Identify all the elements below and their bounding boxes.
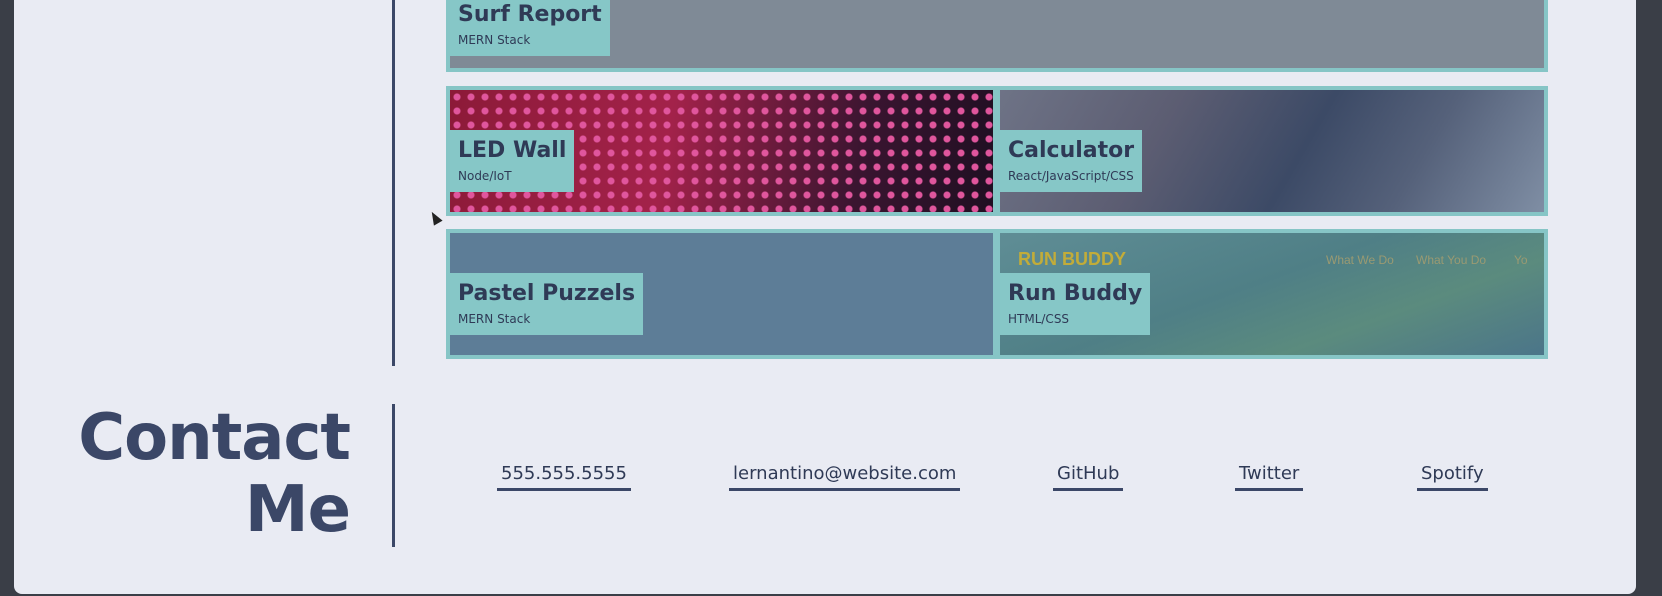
project-title: Run Buddy <box>1008 281 1143 306</box>
project-title: Pastel Puzzels <box>458 281 636 306</box>
project-title: Surf Report <box>458 2 602 27</box>
project-label: Run Buddy HTML/CSS <box>1000 273 1151 335</box>
section-divider <box>392 0 395 366</box>
project-label: LED Wall Node/IoT <box>450 130 575 192</box>
preview-nav-item: What You Do <box>1416 253 1487 267</box>
contact-heading: Contact Me <box>78 401 351 547</box>
project-label: Calculator React/JavaScript/CSS <box>1000 130 1143 192</box>
contact-phone-link[interactable]: 555.555.5555 <box>497 462 631 491</box>
project-card-pastel-puzzels[interactable]: Pastel Puzzels MERN Stack <box>446 229 997 359</box>
project-title: LED Wall <box>458 138 567 163</box>
project-card-surf-report[interactable]: Surf Report MERN Stack <box>446 0 1548 72</box>
contact-divider <box>392 404 395 547</box>
project-title: Calculator <box>1008 138 1135 163</box>
project-stack: Node/IoT <box>458 169 512 183</box>
project-card-led-wall[interactable]: LED Wall Node/IoT <box>446 86 997 216</box>
contact-spotify-link[interactable]: Spotify <box>1417 462 1488 491</box>
project-stack: React/JavaScript/CSS <box>1008 169 1134 183</box>
project-card-calculator[interactable]: Calculator React/JavaScript/CSS <box>996 86 1548 216</box>
contact-heading-line: Contact <box>78 401 351 475</box>
project-card-run-buddy[interactable]: RUN BUDDY What We Do What You Do Yo Run … <box>996 229 1548 359</box>
project-stack: MERN Stack <box>458 33 531 47</box>
project-image <box>450 0 1544 68</box>
project-label: Surf Report MERN Stack <box>450 0 610 56</box>
preview-brand: RUN BUDDY <box>1018 249 1126 269</box>
contact-heading-line: Me <box>244 473 351 547</box>
project-stack: MERN Stack <box>458 312 531 326</box>
page-frame: Surf Report MERN Stack LED Wall Node/IoT… <box>14 0 1636 594</box>
contact-github-link[interactable]: GitHub <box>1053 462 1124 491</box>
mouse-cursor-icon <box>427 209 443 226</box>
project-label: Pastel Puzzels MERN Stack <box>450 273 644 335</box>
preview-nav-item: What We Do <box>1326 253 1394 267</box>
project-stack: HTML/CSS <box>1008 312 1070 326</box>
contact-email-link[interactable]: lernantino@website.com <box>729 462 961 491</box>
preview-nav-item: Yo <box>1514 253 1528 267</box>
contact-twitter-link[interactable]: Twitter <box>1235 462 1304 491</box>
